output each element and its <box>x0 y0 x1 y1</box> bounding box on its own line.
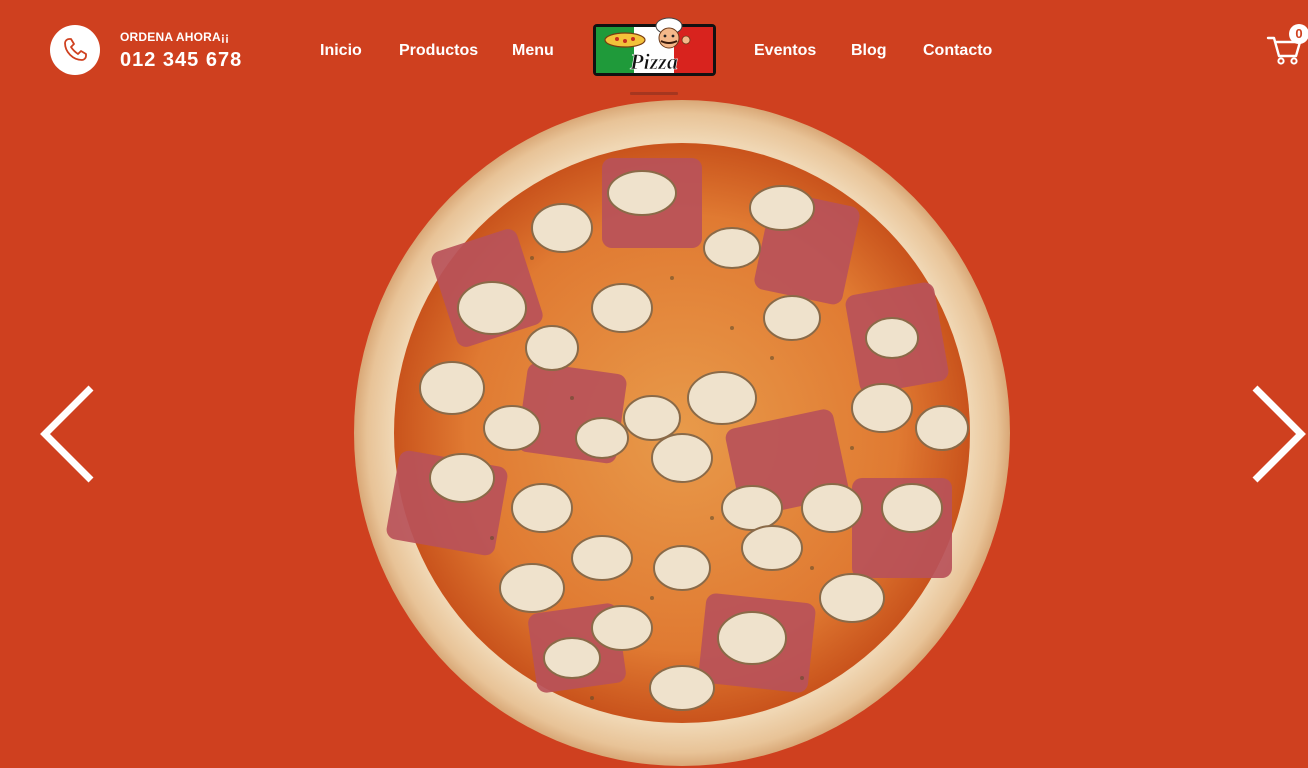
nav-link-blog[interactable]: Blog <box>851 42 887 60</box>
phone-number[interactable]: 012 345 678 <box>120 49 242 72</box>
logo-text: Pizza <box>629 49 678 74</box>
nav-link-inicio[interactable]: Inicio <box>320 42 362 60</box>
slider-image <box>352 98 1012 768</box>
page: ORDENA AHORA¡¡ 012 345 678 Inicio Produc… <box>0 0 1308 768</box>
slider-next-button[interactable] <box>1250 384 1308 484</box>
order-block: ORDENA AHORA¡¡ 012 345 678 <box>120 30 242 72</box>
order-label: ORDENA AHORA¡¡ <box>120 30 230 44</box>
slider-prev-button[interactable] <box>36 384 96 484</box>
cart-count-badge: 0 <box>1289 24 1308 44</box>
chevron-left-icon <box>40 385 94 483</box>
nav-link-productos[interactable]: Productos <box>399 42 478 60</box>
phone-icon <box>64 38 87 61</box>
nav-link-menu[interactable]: Menu <box>512 42 554 60</box>
nav-link-contacto[interactable]: Contacto <box>923 42 992 60</box>
nav-link-eventos[interactable]: Eventos <box>754 42 816 60</box>
chevron-right-icon <box>1252 385 1306 483</box>
pizza-logo[interactable]: Pizza <box>591 14 718 78</box>
phone-icon-circle[interactable] <box>50 25 100 75</box>
logo-underline <box>630 92 678 95</box>
